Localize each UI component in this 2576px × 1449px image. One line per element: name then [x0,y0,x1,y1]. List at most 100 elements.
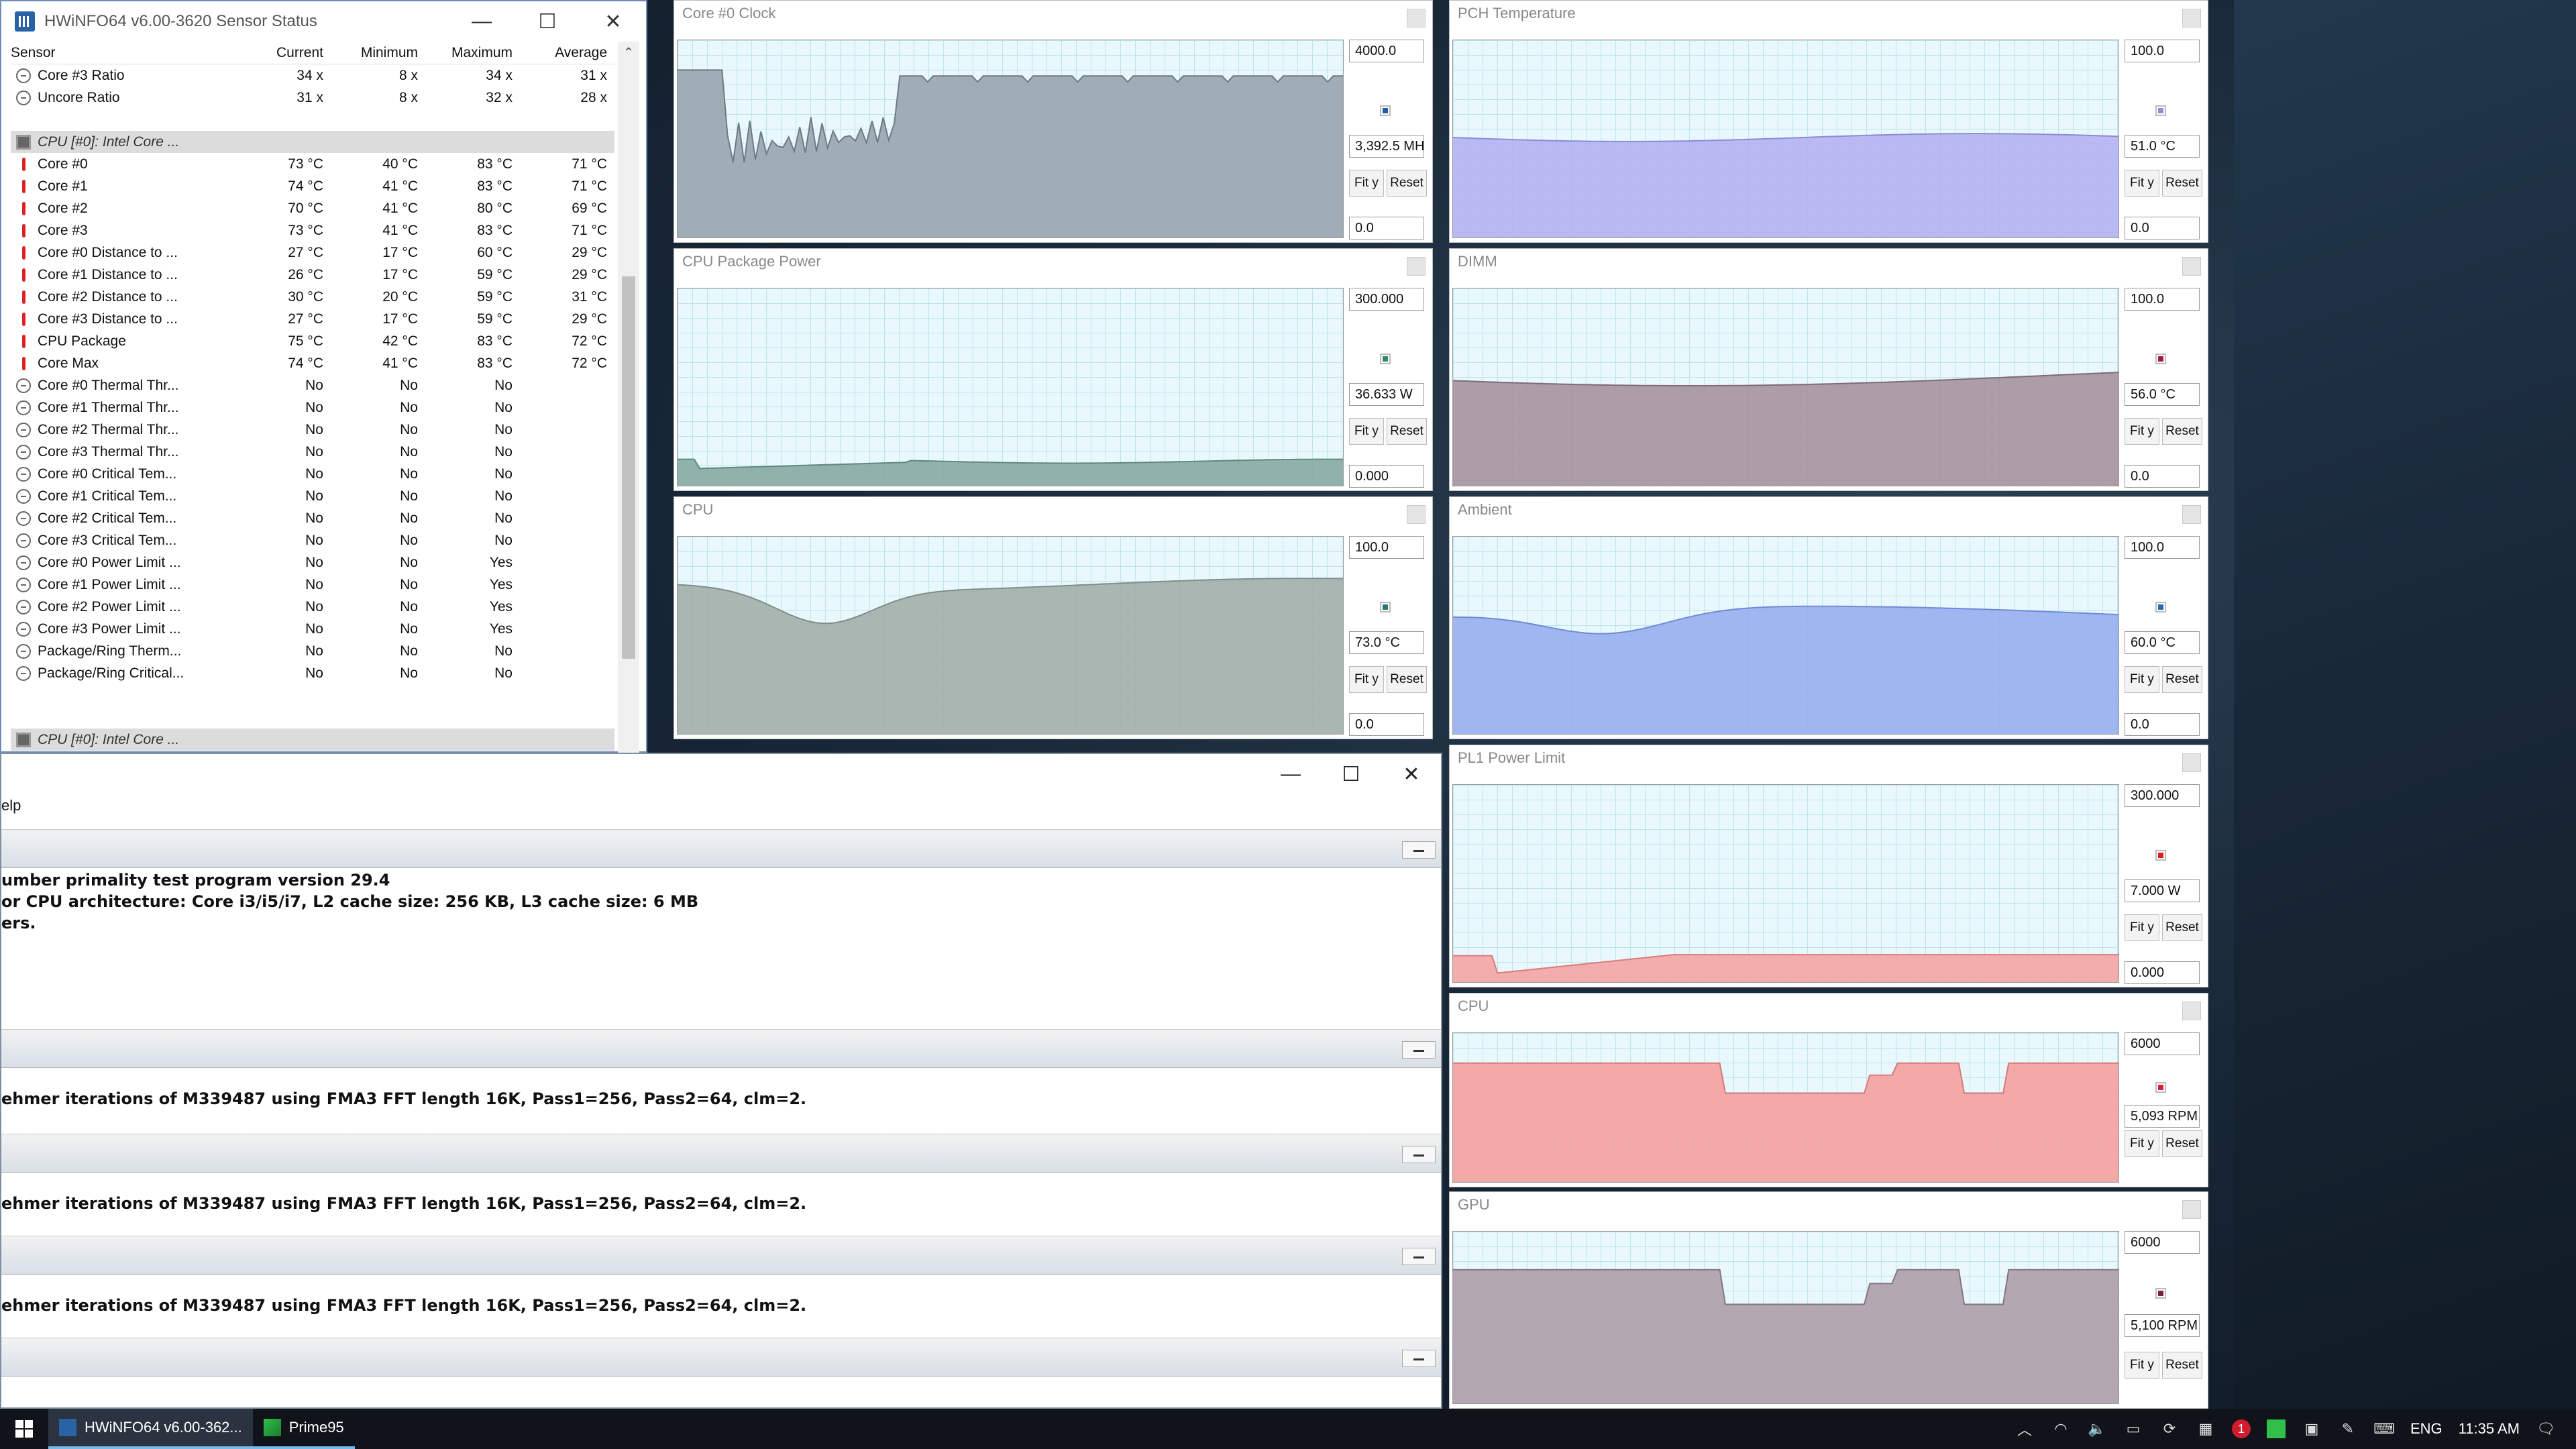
taskbar-item-hwinfo[interactable]: HWiNFO64 v6.00-362... [48,1409,253,1449]
fit-y-button[interactable]: Fit y [2125,170,2159,197]
graph-color-swatch-icon[interactable] [2155,602,2166,612]
pen-icon[interactable]: ✎ [2338,1419,2358,1439]
sensor-row[interactable]: Core #3 73 °C 41 °C 83 °C 71 °C [11,219,614,241]
sensor-row[interactable]: Core #3 Critical Tem... No No No [11,529,614,551]
hwinfo-tray-icon[interactable]: ▦ [2196,1419,2216,1439]
reset-button[interactable]: Reset [2162,170,2202,197]
sensor-row[interactable]: Core #0 73 °C 40 °C 83 °C 71 °C [11,153,614,175]
graph-color-swatch-icon[interactable] [2155,1082,2166,1093]
graph-close-icon[interactable] [2182,753,2201,772]
fit-y-button[interactable]: Fit y [2125,1130,2159,1157]
sensor-row[interactable]: Core #1 Critical Tem... No No No [11,485,614,507]
graph-close-icon[interactable] [1407,505,1426,524]
clock-time[interactable]: 11:35 AM [2459,1420,2520,1438]
graph-close-icon[interactable] [2182,9,2201,28]
graph-close-icon[interactable] [2182,257,2201,276]
wifi-icon[interactable]: ◠ [2051,1419,2071,1439]
sensor-row[interactable]: Core #3 Distance to ... 27 °C 17 °C 59 °… [11,308,614,330]
graph-max-field[interactable]: 100.0 [2125,536,2200,559]
sensor-row[interactable]: Core #1 Distance to ... 26 °C 17 °C 59 °… [11,264,614,286]
graph-close-icon[interactable] [2182,1002,2201,1020]
sensor-row[interactable]: Uncore Ratio 31 x 8 x 32 x 28 x [11,87,614,109]
reset-button[interactable]: Reset [1387,170,1427,197]
reset-button[interactable]: Reset [1387,666,1427,693]
graph-max-field[interactable]: 100.0 [2125,288,2200,311]
close-button[interactable]: ✕ [580,1,646,42]
scroll-up-icon[interactable]: ⌃ [618,44,639,61]
reset-button[interactable]: Reset [2162,1130,2202,1157]
sensor-row[interactable]: Core #1 Thermal Thr... No No No [11,396,614,419]
graph-max-field[interactable]: 300.000 [2125,784,2200,807]
reset-button[interactable]: Reset [2162,666,2202,693]
sensor-row[interactable]: Package/Ring Critical... No No No [11,662,614,684]
fit-y-button[interactable]: Fit y [1349,666,1384,693]
sensor-row[interactable]: Core #0 Distance to ... 27 °C 17 °C 60 °… [11,241,614,264]
subwindow-titlebar[interactable] [1,1134,1441,1173]
sensor-row[interactable]: Core #0 Critical Tem... No No No [11,463,614,485]
sensor-row[interactable]: CPU Package 75 °C 42 °C 83 °C 72 °C [11,330,614,352]
fit-y-button[interactable]: Fit y [2125,418,2159,445]
show-hidden-icons-chevron-icon[interactable]: ︿ [2015,1419,2035,1439]
maximize-button[interactable]: ☐ [1320,754,1382,794]
graph-close-icon[interactable] [2182,1200,2201,1219]
fit-y-button[interactable]: Fit y [2125,666,2159,693]
sensor-row[interactable]: Core #3 Ratio 34 x 8 x 34 x 31 x [11,64,614,87]
column-header-maximum[interactable]: Maximum [425,45,519,61]
sensor-row[interactable]: Core #2 70 °C 41 °C 80 °C 69 °C [11,197,614,219]
column-header-minimum[interactable]: Minimum [330,45,425,61]
fit-y-button[interactable]: Fit y [1349,418,1384,445]
graph-max-field[interactable]: 6000 [2125,1231,2200,1254]
graph-min-field[interactable]: 0.0 [2125,713,2200,736]
graph-min-field[interactable]: 0.000 [2125,961,2200,984]
scroll-thumb[interactable] [622,276,635,659]
graph-min-field[interactable]: 0.0 [1349,217,1424,239]
subwindow-titlebar[interactable] [1,1236,1441,1275]
display-icon[interactable]: ▣ [2302,1419,2322,1439]
graph-min-field[interactable]: 0.000 [1349,465,1424,488]
notification-badge-icon[interactable]: 1 [2231,1419,2251,1438]
graph-close-icon[interactable] [2182,505,2201,524]
sensor-row[interactable]: Core #0 Thermal Thr... No No No [11,374,614,396]
hwinfo-titlebar[interactable]: HWiNFO64 v6.00-3620 Sensor Status — ☐ ✕ [1,1,646,42]
graph-color-swatch-icon[interactable] [1380,105,1391,116]
graph-max-field[interactable]: 300.000 [1349,288,1424,311]
sensor-row[interactable]: Core #1 74 °C 41 °C 83 °C 71 °C [11,175,614,197]
sensor-row[interactable]: Core #3 Thermal Thr... No No No [11,441,614,463]
column-header-sensor[interactable]: Sensor [11,45,235,61]
graph-close-icon[interactable] [1407,257,1426,276]
graph-close-icon[interactable] [1407,9,1426,28]
reset-button[interactable]: Reset [2162,914,2202,941]
graph-min-field[interactable]: 0.0 [1349,713,1424,736]
graph-max-field[interactable]: 6000 [2125,1032,2200,1055]
volume-icon[interactable]: 🔈 [2087,1419,2107,1439]
subwindow-minimize-icon[interactable] [1402,1146,1436,1163]
menu-item-help[interactable]: elp [1,797,21,814]
graph-max-field[interactable]: 4000.0 [1349,40,1424,62]
graph-color-swatch-icon[interactable] [1380,354,1391,364]
sensor-row[interactable]: Core Max 74 °C 41 °C 83 °C 72 °C [11,352,614,374]
fit-y-button[interactable]: Fit y [2125,1352,2159,1379]
sensor-row[interactable]: Core #3 Power Limit ... No No Yes [11,618,614,640]
reset-button[interactable]: Reset [1387,418,1427,445]
column-header-average[interactable]: Average [519,45,614,61]
sensor-row[interactable]: Package/Ring Therm... No No No [11,640,614,662]
graph-color-swatch-icon[interactable] [2155,354,2166,364]
sensor-row[interactable]: Core #2 Critical Tem... No No No [11,507,614,529]
reset-button[interactable]: Reset [2162,418,2202,445]
sensor-row[interactable]: Core #2 Distance to ... 30 °C 20 °C 59 °… [11,286,614,308]
sensor-scrollbar[interactable]: ⌃ [618,42,639,754]
subwindow-minimize-icon[interactable] [1402,1248,1436,1265]
minimize-button[interactable]: — [1260,754,1322,794]
maximize-button[interactable]: ☐ [515,1,580,42]
fit-y-button[interactable]: Fit y [2125,914,2159,941]
subwindow-minimize-icon[interactable] [1402,1041,1436,1059]
input-language[interactable]: ENG [2410,1420,2443,1438]
start-button[interactable] [0,1409,48,1449]
battery-icon[interactable]: ▭ [2123,1419,2143,1439]
graph-color-swatch-icon[interactable] [2155,850,2166,861]
graph-min-field[interactable]: 0.0 [2125,217,2200,239]
graph-max-field[interactable]: 100.0 [1349,536,1424,559]
keyboard-icon[interactable]: ⌨ [2373,1419,2395,1439]
graph-color-swatch-icon[interactable] [2155,105,2166,116]
graph-color-swatch-icon[interactable] [1380,602,1391,612]
